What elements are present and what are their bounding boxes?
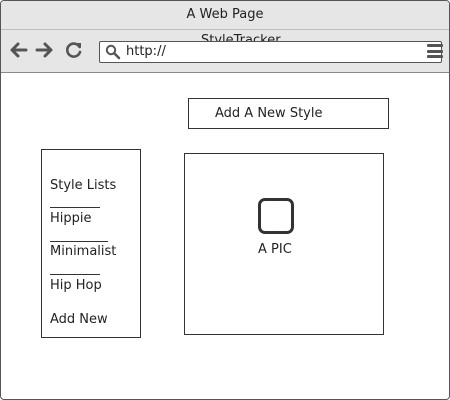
forward-arrow-icon[interactable] (33, 39, 55, 61)
image-placeholder-icon (258, 198, 294, 234)
picture-label: A PIC (258, 242, 292, 257)
divider (50, 241, 108, 242)
window-title: A Web Page (186, 7, 264, 22)
divider (50, 274, 100, 275)
hamburger-menu-icon[interactable] (427, 44, 443, 58)
divider (50, 207, 100, 208)
url-input[interactable]: http:// (126, 42, 166, 62)
browser-window: A Web Page StyleTracker (0, 0, 450, 400)
sidebar-item-hippie[interactable]: Hippie (50, 211, 92, 227)
search-icon (105, 44, 121, 60)
window-titlebar: A Web Page (1, 1, 449, 30)
back-arrow-icon[interactable] (8, 39, 30, 61)
sidebar-heading: Style Lists (50, 178, 117, 193)
add-new-list-link[interactable]: Add New (50, 312, 108, 328)
picture-panel: A PIC (184, 153, 384, 335)
add-new-style-button[interactable]: Add A New Style (188, 98, 389, 129)
sidebar-item-hip-hop[interactable]: Hip Hop (50, 278, 102, 294)
style-lists-sidebar: Style Lists Hippie Minimalist Hip Hop Ad… (41, 149, 141, 338)
url-bar[interactable]: http:// (99, 41, 442, 63)
reload-icon[interactable] (63, 39, 85, 61)
browser-toolbar: StyleTracker http:// (1, 30, 449, 73)
sidebar-item-minimalist[interactable]: Minimalist (50, 244, 116, 260)
